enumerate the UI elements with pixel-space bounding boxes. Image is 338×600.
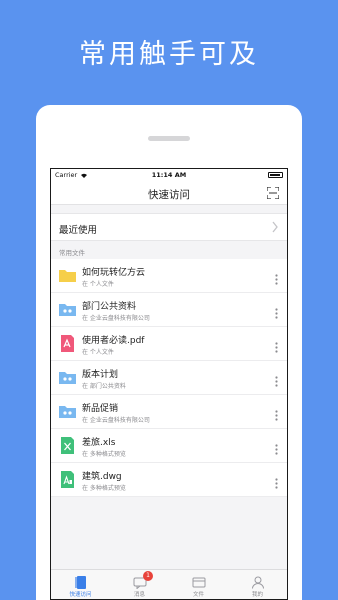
phone-speaker — [148, 136, 190, 141]
file-name: 建筑.dwg — [82, 472, 122, 482]
tab-person[interactable]: 我的 — [228, 570, 287, 599]
shared-folder-icon — [59, 369, 76, 386]
tab-bar: 快速访问 1 消息 文件 我的 — [51, 569, 287, 599]
file-name: 新品促销 — [82, 404, 119, 414]
more-options-icon[interactable] — [275, 304, 278, 319]
scan-icon[interactable] — [267, 187, 279, 199]
file-row[interactable]: 新品促销在 企业云盘科技有限公司 — [51, 395, 287, 429]
status-time: 11:14 AM — [151, 171, 187, 179]
file-location: 在 多种格式预览 — [82, 485, 126, 492]
headline: 常用触手可及 — [79, 39, 259, 70]
nav-title: 快速访问 — [148, 189, 190, 201]
status-bar: Carrier 11:14 AM — [51, 169, 287, 181]
dwg-icon — [59, 471, 76, 488]
file-row[interactable]: 版本计划在 部门公共资料 — [51, 361, 287, 395]
nav-bar: 快速访问 — [51, 181, 287, 205]
tab-label: 我的 — [251, 592, 263, 598]
person-icon — [251, 574, 265, 589]
file-list: 如何玩转亿方云在 个人文件 部门公共资料在 企业云盘科技有限公司 使用者必读.pdf… — [51, 259, 287, 497]
file-name: 如何玩转亿方云 — [82, 268, 146, 278]
tab-label: 文件 — [192, 592, 204, 598]
file-row[interactable]: 建筑.dwg 在 多种格式预览 — [51, 463, 287, 497]
file-location: 在 部门公共资料 — [82, 383, 126, 390]
file-row[interactable]: 如何玩转亿方云在 个人文件 — [51, 259, 287, 293]
tab-label: 消息 — [133, 592, 145, 598]
file-location: 在 企业云盘科技有限公司 — [82, 417, 150, 424]
more-options-icon[interactable] — [275, 338, 278, 353]
more-options-icon[interactable] — [275, 474, 278, 489]
section-label: 常用文件 — [59, 249, 85, 257]
chevron-right-icon — [272, 221, 278, 233]
file-name: 部门公共资料 — [82, 302, 137, 312]
quick-access-icon — [74, 574, 88, 589]
tab-message[interactable]: 1 消息 — [110, 570, 169, 599]
file-location: 在 企业云盘科技有限公司 — [82, 315, 150, 322]
file-name: 使用者必读.pdf — [82, 336, 145, 346]
unread-badge: 1 — [143, 571, 153, 581]
pdf-icon — [59, 335, 76, 352]
recent-row[interactable]: 最近使用 — [51, 213, 287, 241]
shared-folder-icon — [59, 403, 76, 420]
more-options-icon[interactable] — [275, 440, 278, 455]
file-name: 差旅.xls — [82, 438, 116, 448]
folder-tab-icon — [192, 574, 206, 588]
shared-folder-icon — [59, 301, 76, 318]
folder-icon — [59, 267, 76, 284]
tab-label: 快速访问 — [69, 592, 92, 598]
file-row[interactable]: 部门公共资料在 企业云盘科技有限公司 — [51, 293, 287, 327]
phone-frame: Carrier 11:14 AM 快速访问 最近使用 常用文件 如何玩转亿方云在… — [36, 105, 302, 600]
file-row[interactable]: 使用者必读.pdf 在 个人文件 — [51, 327, 287, 361]
file-location: 在 个人文件 — [82, 281, 114, 288]
recent-label: 最近使用 — [59, 225, 98, 236]
battery-icon — [268, 172, 283, 178]
file-location: 在 多种格式预览 — [82, 451, 126, 458]
app-screen: Carrier 11:14 AM 快速访问 最近使用 常用文件 如何玩转亿方云在… — [50, 168, 288, 600]
more-options-icon[interactable] — [275, 372, 278, 387]
file-location: 在 个人文件 — [82, 349, 114, 356]
tab-folder-tab[interactable]: 文件 — [169, 570, 228, 599]
more-options-icon[interactable] — [275, 406, 278, 421]
file-name: 版本计划 — [82, 370, 119, 380]
more-options-icon[interactable] — [275, 270, 278, 285]
excel-icon — [59, 437, 76, 454]
file-row[interactable]: 差旅.xls 在 多种格式预览 — [51, 429, 287, 463]
tab-quick-access[interactable]: 快速访问 — [51, 570, 110, 599]
